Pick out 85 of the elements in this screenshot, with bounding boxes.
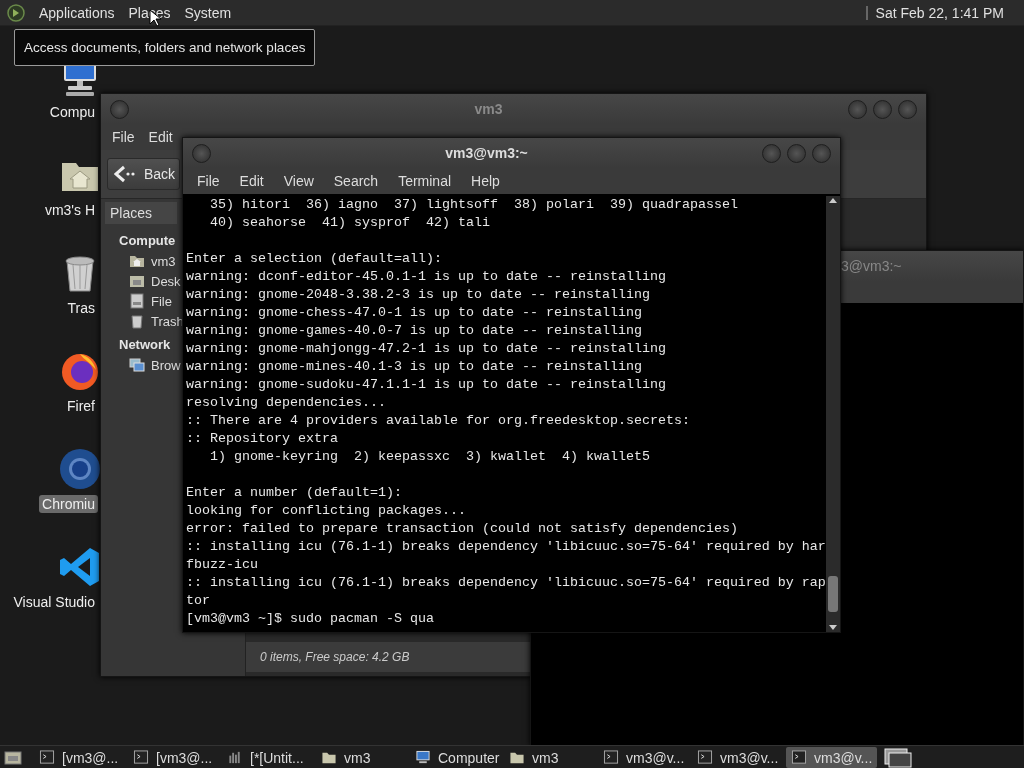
desktop-icon-label[interactable]: Firef bbox=[64, 397, 98, 415]
sidebar-item[interactable]: File bbox=[129, 293, 172, 309]
taskbar-button[interactable]: [*[Untit... bbox=[222, 747, 313, 768]
sidebar-item[interactable]: Brow bbox=[129, 357, 181, 373]
menu-item[interactable]: Edit bbox=[141, 129, 180, 145]
terminal-line: warning: gnome-2048-3.38.2-3 is up to date -- reinstalling bbox=[186, 286, 651, 304]
sidebar-heading: Compute bbox=[119, 233, 176, 248]
home-folder-icon bbox=[129, 253, 145, 269]
folder-icon bbox=[509, 750, 525, 765]
sidebar-heading: Network bbox=[119, 337, 171, 352]
scroll-down-icon[interactable] bbox=[828, 624, 838, 632]
scroll-thumb[interactable] bbox=[828, 576, 838, 612]
menu-item[interactable]: Edit bbox=[229, 173, 274, 189]
panel-menu[interactable]: Applications bbox=[32, 4, 122, 21]
terminal-line: warning: gnome-games-40.0-7 is up to date -- reinstalling bbox=[186, 322, 643, 340]
network-icon bbox=[129, 357, 145, 373]
terminal-line: resolving dependencies... bbox=[186, 394, 387, 412]
taskbar-button[interactable]: vm3@v... bbox=[692, 747, 783, 768]
terminal-line: fbuzz-icu bbox=[186, 556, 259, 574]
taskbar-button[interactable]: Computer bbox=[410, 747, 501, 768]
terminal-line: warning: dconf-editor-45.0.1-1 is up to date -- reinstalling bbox=[186, 268, 667, 286]
code-editor-icon[interactable] bbox=[58, 545, 102, 589]
taskbar-button[interactable]: [vm3@... bbox=[34, 747, 125, 768]
show-desktop-icon[interactable] bbox=[4, 749, 22, 766]
panel-menu[interactable]: System bbox=[177, 4, 239, 21]
terminal-line: 1) gnome-keyring 2) keepassxc 3) kwallet 4) kwallet5 bbox=[209, 448, 651, 466]
panel-separator-icon bbox=[865, 5, 868, 20]
window-title: vm3@vm3:~ bbox=[444, 145, 529, 161]
trash-icon bbox=[129, 313, 145, 329]
desktop-folder-icon bbox=[129, 273, 145, 289]
desktop-icon-label[interactable]: Chromiu bbox=[39, 495, 98, 513]
scrollbar[interactable] bbox=[826, 196, 840, 632]
terminal-line: Enter a selection (default=all): bbox=[186, 250, 443, 268]
taskbar-button[interactable]: vm3 bbox=[316, 747, 407, 768]
scroll-up-icon[interactable] bbox=[828, 196, 838, 204]
terminal-icon bbox=[603, 750, 619, 765]
terminal-line: 40) seahorse 41) sysprof 42) tali bbox=[209, 214, 491, 232]
menu-item[interactable]: File bbox=[105, 129, 142, 145]
terminal-line: :: installing icu (76.1-1) breaks dependency 'libicuuc.so=75-64' required by har bbox=[186, 538, 826, 556]
tooltip: Access documents, folders and network places bbox=[14, 29, 316, 66]
sidebar-item[interactable]: vm3 bbox=[129, 253, 176, 269]
workspace-switcher-icon[interactable] bbox=[884, 747, 912, 768]
terminal-line: looking for conflicting packages... bbox=[186, 502, 467, 520]
terminal-icon bbox=[39, 750, 55, 765]
desktop-icon-label[interactable]: Compu bbox=[46, 103, 98, 121]
terminal-icon bbox=[697, 750, 713, 765]
terminal-line: 35) hitori 36) iagno 37) lightsoff 38) polari 39) quadrapassel bbox=[209, 196, 739, 214]
app-menu-logo-icon[interactable] bbox=[6, 2, 26, 23]
terminal-line: warning: gnome-mines-40.1-3 is up to date -- reinstalling bbox=[186, 358, 643, 376]
terminal-line: :: There are 4 providers available for org.freedesktop.secrets: bbox=[186, 412, 691, 430]
menu-item[interactable]: Terminal bbox=[388, 173, 462, 189]
terminal-line: warning: gnome-mahjongg-47.2-1 is up to date -- reinstalling bbox=[186, 340, 667, 358]
terminal-icon bbox=[791, 750, 807, 765]
taskbar-button[interactable]: [vm3@... bbox=[128, 747, 219, 768]
taskbar-button[interactable]: vm3@v... bbox=[786, 747, 877, 768]
menu-item[interactable]: View bbox=[273, 173, 324, 189]
terminal-line: :: installing icu (76.1-1) breaks dependency 'libicuuc.so=75-64' required by rap bbox=[186, 574, 826, 592]
document-icon bbox=[227, 750, 243, 765]
terminal-line: warning: gnome-sudoku-47.1.1-1 is up to date -- reinstalling bbox=[186, 376, 667, 394]
taskbar-button[interactable]: vm3@v... bbox=[598, 747, 689, 768]
folder-icon bbox=[321, 750, 337, 765]
desktop-icon-label[interactable]: Visual Studio bbox=[10, 593, 98, 611]
sidebar-header[interactable]: Places bbox=[105, 202, 177, 224]
taskbar-button[interactable]: vm3 bbox=[504, 747, 595, 768]
terminal-icon bbox=[133, 750, 149, 765]
menu-item[interactable]: Search bbox=[323, 173, 389, 189]
terminal-line: :: Repository extra bbox=[186, 430, 339, 448]
window-title: vm3 bbox=[473, 101, 504, 117]
computer-icon bbox=[415, 750, 431, 765]
menu-item[interactable]: Help bbox=[461, 173, 510, 189]
back-button[interactable]: Back bbox=[107, 158, 181, 190]
window-title: 3@vm3:~ bbox=[841, 258, 903, 274]
terminal-line: Enter a number (default=1): bbox=[186, 484, 403, 502]
terminal-line: tor bbox=[186, 592, 211, 610]
desktop-icon-label[interactable]: vm3's H bbox=[41, 201, 98, 219]
terminal-line: [vm3@vm3 ~]$ sudo pacman -S qua bbox=[186, 610, 435, 628]
drive-icon bbox=[129, 293, 145, 309]
sidebar-item[interactable]: Desk bbox=[129, 273, 181, 289]
back-arrow-icon bbox=[114, 165, 136, 183]
desktop-icon-label[interactable]: Tras bbox=[64, 299, 98, 317]
terminal-line: warning: gnome-chess-47.0-1 is up to date -- reinstalling bbox=[186, 304, 643, 322]
clock[interactable]: Sat Feb 22, 1:41 PM bbox=[875, 4, 1024, 21]
terminal-line: error: failed to prepare transaction (could not satisfy dependencies) bbox=[186, 520, 739, 538]
chromium-icon[interactable] bbox=[58, 447, 102, 491]
menu-item[interactable]: File bbox=[187, 173, 230, 189]
